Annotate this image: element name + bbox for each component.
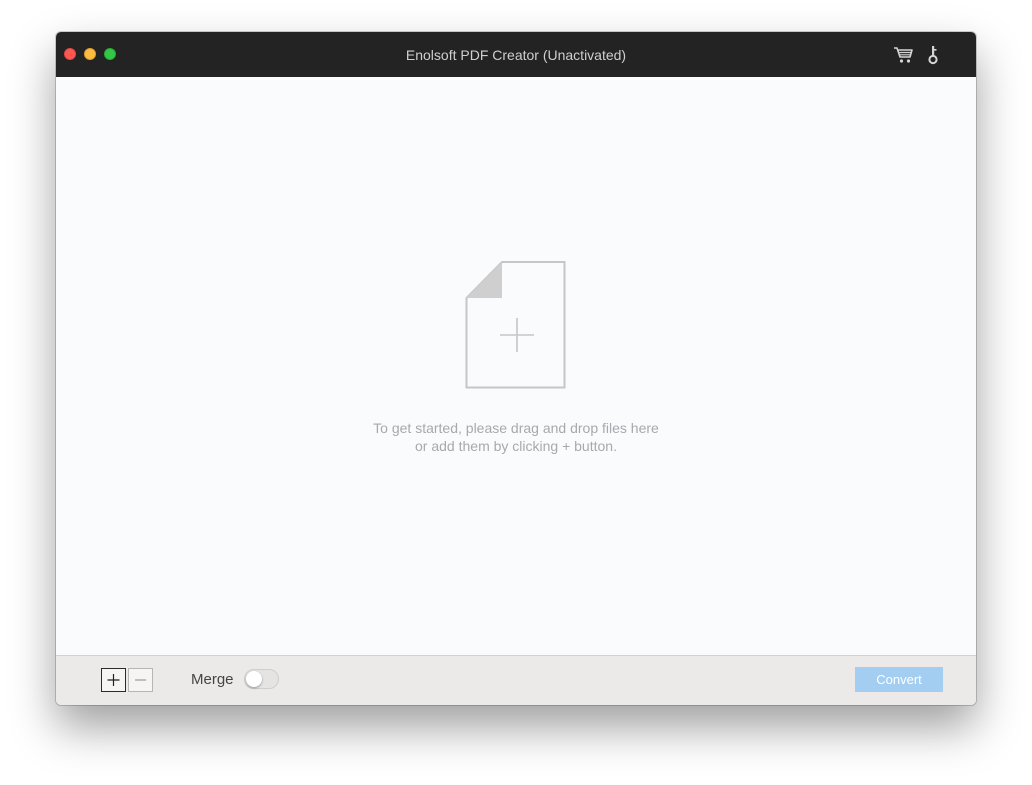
plus-icon [107, 674, 120, 686]
add-file-button[interactable] [101, 668, 126, 692]
empty-state-hint: To get started, please drag and drop fil… [56, 419, 976, 455]
key-icon[interactable] [922, 44, 944, 66]
toggle-knob [246, 671, 262, 687]
add-file-icon[interactable] [465, 259, 568, 389]
merge-toggle[interactable] [244, 669, 279, 689]
hint-line-2: or add them by clicking + button. [415, 438, 617, 454]
minus-icon [135, 679, 146, 681]
hint-line-1: To get started, please drag and drop fil… [373, 420, 659, 436]
title-bar[interactable]: Enolsoft PDF Creator (Unactivated) [56, 32, 976, 77]
window-title: Enolsoft PDF Creator (Unactivated) [405, 47, 627, 63]
bottom-toolbar: Merge Convert [56, 655, 976, 705]
cart-icon[interactable] [893, 44, 915, 66]
convert-button[interactable]: Convert [855, 667, 943, 692]
merge-label: Merge [191, 671, 234, 688]
remove-file-button[interactable] [128, 668, 153, 692]
drop-zone[interactable]: To get started, please drag and drop fil… [56, 77, 976, 655]
app-window: Enolsoft PDF Creator (Unactivated) To ge… [56, 32, 976, 705]
